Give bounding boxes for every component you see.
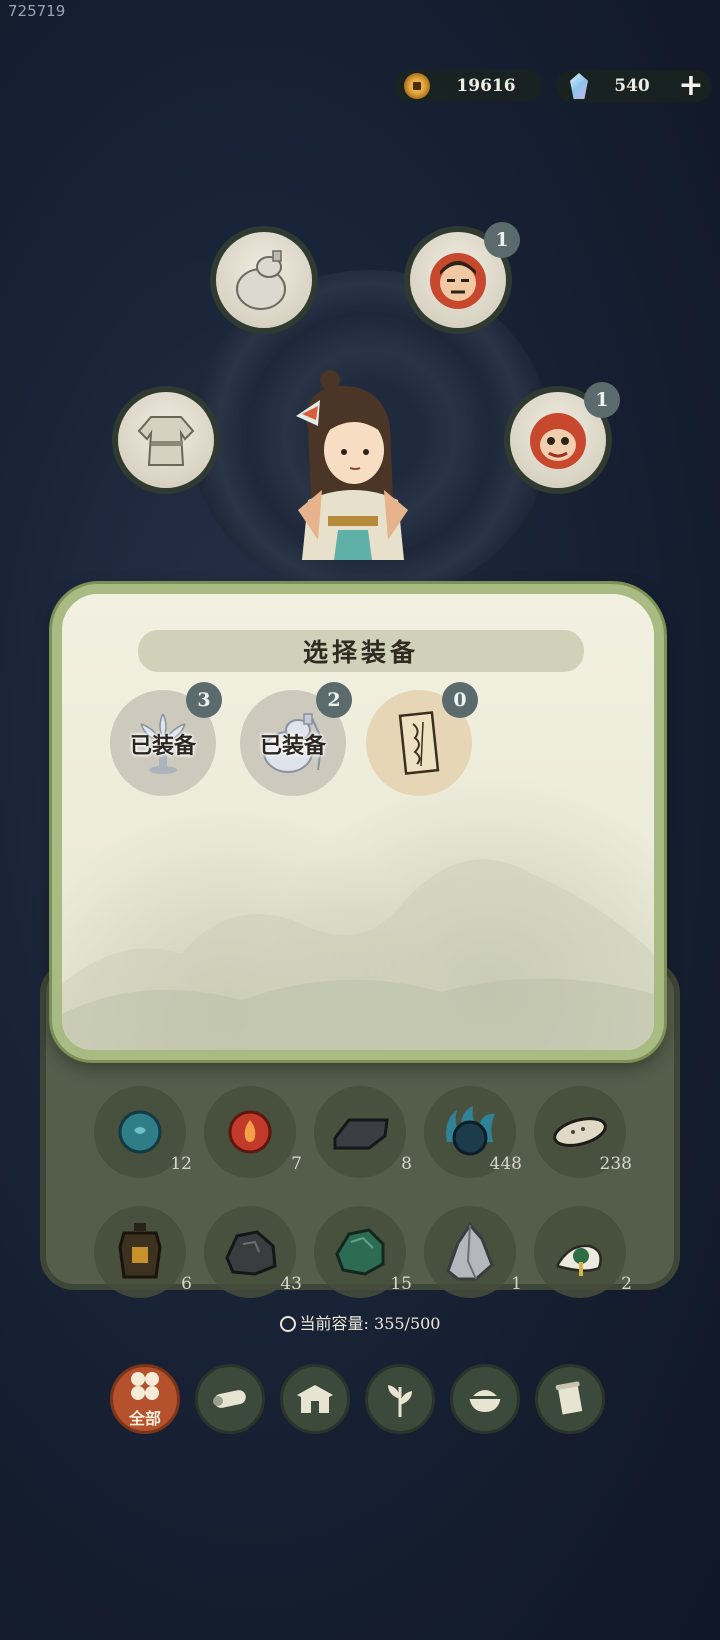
tab-food[interactable] <box>450 1364 520 1434</box>
blue-orb-icon <box>118 1110 162 1154</box>
item-count: 6 <box>181 1274 192 1294</box>
equipment-choice-talisman[interactable]: 0 <box>366 682 478 796</box>
tab-building[interactable] <box>280 1364 350 1434</box>
coin-icon <box>404 73 430 99</box>
equip-slot-mask-red[interactable]: 1 <box>404 222 520 334</box>
equipment-choice-lotus-lamp[interactable]: 已装备 3 <box>110 682 222 796</box>
leaf-icon <box>388 1385 412 1417</box>
gem-icon <box>570 73 588 99</box>
gem-counter: 540 + <box>556 70 712 102</box>
robe-icon <box>137 416 195 466</box>
spirit-orb-icon <box>446 1106 495 1156</box>
inventory-item[interactable]: 8 <box>314 1086 412 1178</box>
item-count: 8 <box>401 1154 412 1174</box>
scroll-icon <box>555 1381 583 1415</box>
silver-crystal-icon <box>446 1222 494 1281</box>
fire-orb-icon <box>228 1110 272 1154</box>
choice-count-badge: 3 <box>186 682 222 718</box>
inventory-item[interactable]: 43 <box>204 1206 302 1298</box>
item-count: 448 <box>489 1154 522 1174</box>
debug-id: 725719 <box>8 2 66 20</box>
choice-count-badge: 0 <box>442 682 478 718</box>
coal-ore-icon <box>225 1230 277 1276</box>
log-icon <box>213 1390 246 1408</box>
tab-all[interactable]: 全部 <box>110 1364 180 1434</box>
item-count: 2 <box>621 1274 632 1294</box>
item-count: 15 <box>390 1274 412 1294</box>
capacity-value: 355/500 <box>374 1314 441 1333</box>
coin-amount: 19616 <box>456 76 516 96</box>
bag-icon <box>279 1316 296 1332</box>
tab-herb[interactable] <box>365 1364 435 1434</box>
dialog-title-bar: 选择装备 <box>138 630 584 672</box>
equip-slot-robe[interactable] <box>112 386 220 494</box>
iron-ingot-icon <box>333 1118 389 1150</box>
item-count: 12 <box>170 1154 192 1174</box>
red-face-mask-icon <box>430 253 486 309</box>
demon-mask-icon <box>530 413 586 469</box>
equipped-status: 已装备 <box>129 733 196 759</box>
rice-bowl-icon <box>469 1390 501 1412</box>
house-icon <box>297 1385 333 1413</box>
inventory-item[interactable]: 15 <box>314 1206 412 1298</box>
tab-wood[interactable] <box>195 1364 265 1434</box>
equip-slot-mask-demon[interactable]: 1 <box>504 382 620 494</box>
inventory-item[interactable]: 238 <box>534 1086 632 1178</box>
tab-all-label: 全部 <box>128 1409 161 1428</box>
dialog-title: 选择装备 <box>302 638 419 667</box>
add-gems-button[interactable]: + <box>676 71 706 101</box>
inventory-item[interactable]: 12 <box>94 1086 192 1178</box>
equipment-choice-gourd[interactable]: 已装备 2 <box>240 682 352 796</box>
coin-counter: 19616 <box>394 70 542 102</box>
inventory-item[interactable]: 448 <box>424 1086 522 1178</box>
equipped-status: 已装备 <box>259 733 326 759</box>
inventory-item[interactable]: 7 <box>204 1086 302 1178</box>
talisman-icon <box>398 711 440 775</box>
mountain-backdrop <box>62 859 654 1050</box>
character-portrait[interactable] <box>278 370 428 560</box>
inventory-item[interactable]: 1 <box>424 1206 522 1298</box>
select-equipment-dialog: 选择装备 已装备 3 已装备 2 0 <box>52 584 664 1060</box>
slot-count-badge: 1 <box>484 222 520 258</box>
lantern-token-icon <box>118 1223 162 1279</box>
gem-amount: 540 <box>614 76 650 96</box>
tab-scroll[interactable] <box>535 1364 605 1434</box>
inventory-item[interactable]: 6 <box>94 1206 192 1298</box>
grain-seed-icon <box>553 1117 607 1147</box>
gourd-icon <box>236 250 286 310</box>
inventory-item[interactable]: 2 <box>534 1206 632 1298</box>
item-count: 43 <box>280 1274 302 1294</box>
capacity-readout: 当前容量: 355/500 <box>0 1310 720 1334</box>
slot-count-badge: 1 <box>584 382 620 418</box>
fly-whisk-icon <box>555 1244 602 1276</box>
grid-icon <box>131 1372 159 1400</box>
choice-count-badge: 2 <box>316 682 352 718</box>
equip-slot-gourd[interactable] <box>210 226 318 334</box>
item-count: 1 <box>511 1274 522 1294</box>
capacity-label: 当前容量 <box>299 1314 364 1333</box>
jade-ore-icon <box>335 1228 385 1276</box>
item-count: 238 <box>599 1154 632 1174</box>
item-count: 7 <box>291 1154 302 1174</box>
